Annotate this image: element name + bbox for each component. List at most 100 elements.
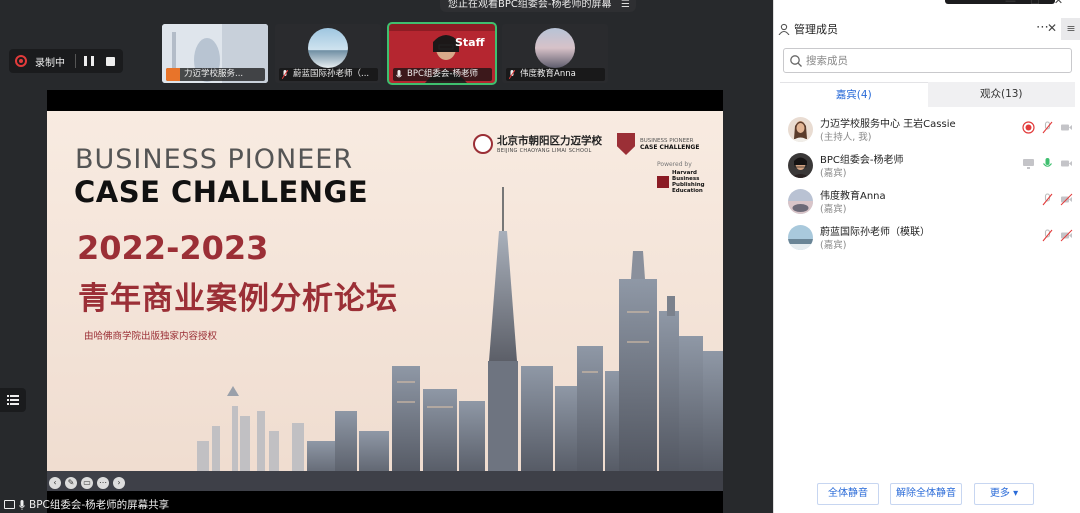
window-close-icon[interactable]: ✕ [1054, 0, 1063, 7]
member-row[interactable]: BPC组委会-杨老师 (嘉宾) [774, 148, 1080, 184]
close-icon[interactable]: ✕ [1047, 21, 1057, 35]
staff-overlay-text: Staff [455, 36, 485, 49]
avatar [308, 28, 348, 68]
school-name: 北京市朝阳区力迈学校 [497, 135, 602, 147]
hbp-text: Harvard Business Publishing Education [672, 170, 705, 194]
participant-name: 伟度教育Anna [520, 69, 576, 79]
divider [75, 54, 76, 68]
more-button[interactable]: 更多 ▾ [974, 483, 1034, 505]
viewing-banner-text: 您正在观看BPC组委会-杨老师的屏幕 [448, 0, 612, 10]
participant-name: 蔚蓝国际孙老师（... [293, 69, 370, 79]
mic-off-icon[interactable] [1041, 229, 1054, 242]
host-user-icon [166, 68, 180, 81]
viewing-banner: 您正在观看BPC组委会-杨老师的屏幕 ☰ [440, 0, 636, 12]
hbp-logo: Powered by Harvard Business Publishing E… [657, 161, 710, 194]
member-row[interactable]: 蔚蓝国际孙老师（模联） (嘉宾) [774, 220, 1080, 256]
powered-by-text: Powered by [657, 161, 692, 168]
panel-title: 管理成员 [794, 23, 838, 36]
tab-guests[interactable]: 嘉宾(4) [780, 82, 928, 107]
member-role: (嘉宾) [820, 204, 847, 215]
menu-icon[interactable]: ≡ [1061, 18, 1080, 40]
slide-subtitle: 由哈佛商学院出版独家内容授权 [84, 331, 218, 342]
hbp-shield-icon [657, 176, 669, 188]
shared-screen-slide[interactable]: BUSINESS PIONEER CASE CHALLENGE 2022-202… [47, 111, 723, 492]
camera-off-icon[interactable] [1060, 193, 1073, 206]
mic-off-icon [282, 70, 288, 79]
stop-recording-icon[interactable] [106, 56, 115, 66]
slide-letterbox-top [47, 90, 723, 111]
member-role: (嘉宾) [820, 168, 847, 179]
participant-tile[interactable]: 蔚蓝国际孙老师（... [275, 24, 381, 83]
avatar [788, 153, 813, 178]
slide-annotation-toolbar: ‹ ✎ ▭ ⋯ › [49, 477, 125, 489]
more-icon[interactable]: ⋯ [97, 477, 109, 489]
bpcc-logo-line2: CASE CHALLENGE [640, 143, 700, 151]
mic-off-icon [509, 70, 515, 79]
unmute-all-button[interactable]: 解除全体静音 [890, 483, 962, 505]
member-row[interactable]: 伟度教育Anna (嘉宾) [774, 184, 1080, 220]
prev-slide-icon[interactable]: ‹ [49, 477, 61, 489]
panel-actions: 全体静音 解除全体静音 更多 ▾ [774, 483, 1080, 505]
recording-indicator-icon [1022, 121, 1035, 134]
member-role: (主持人, 我) [820, 132, 872, 143]
participant-name: 力迈学校服务... [184, 69, 244, 79]
mic-icon [19, 499, 25, 510]
member-name: BPC组委会-杨老师 [820, 155, 904, 166]
record-icon [15, 55, 27, 67]
camera-off-icon[interactable] [1060, 229, 1073, 242]
school-name-en: BEIJING CHAOYANG LIMAI SCHOOL [497, 148, 592, 154]
participant-tile-speaking[interactable]: Staff BPC组委会-杨老师 [387, 22, 497, 85]
mic-on-icon[interactable] [1041, 157, 1054, 170]
captions-icon[interactable]: ▭ [81, 477, 93, 489]
search-input[interactable] [806, 54, 1056, 67]
bpcc-shield-icon [617, 133, 635, 155]
screen-share-icon [4, 500, 15, 509]
member-search[interactable] [783, 48, 1072, 73]
maximize-icon[interactable]: ☐ [1030, 0, 1040, 7]
next-slide-icon[interactable]: › [113, 477, 125, 489]
mic-off-icon[interactable] [1041, 121, 1054, 134]
slide-year: 2022-2023 [77, 229, 269, 267]
pen-icon[interactable]: ✎ [65, 477, 77, 489]
avatar [535, 28, 575, 68]
slide-title-en-1: BUSINESS PIONEER [75, 144, 354, 175]
member-row[interactable]: 力迈学校服务中心 王岩Cassie (主持人, 我) [774, 112, 1080, 148]
school-emblem-icon [473, 133, 493, 154]
bpcc-logo: BUSINESS PIONEER CASE CHALLENGE [617, 133, 699, 155]
member-name: 蔚蓝国际孙老师（模联） [820, 227, 930, 238]
tab-audience[interactable]: 观众(13) [927, 82, 1075, 107]
camera-off-icon[interactable] [1060, 157, 1073, 170]
members-icon [778, 23, 790, 35]
participant-tile[interactable]: 伟度教育Anna [502, 24, 608, 83]
member-role: (嘉宾) [820, 240, 847, 251]
screen-share-icon [1023, 159, 1034, 169]
member-tabs: 嘉宾(4) 观众(13) [780, 82, 1075, 107]
banner-menu-icon[interactable]: ☰ [621, 0, 630, 16]
panel-header: 管理成员 ⋯ ✕ ≡ [774, 18, 1080, 40]
meeting-area: 您正在观看BPC组委会-杨老师的屏幕 ☰ 录制中 力迈学校服务... 蔚蓝国际孙… [0, 0, 773, 513]
avatar [788, 117, 813, 142]
pause-recording-icon[interactable] [84, 56, 94, 66]
members-panel: 管理成员 ⋯ ✕ ≡ 嘉宾(4) 观众(13) 力迈学校服务中心 王岩Cassi… [773, 0, 1080, 513]
search-icon [790, 54, 802, 67]
camera-off-icon[interactable] [1060, 121, 1073, 134]
mute-all-button[interactable]: 全体静音 [817, 483, 879, 505]
avatar [788, 189, 813, 214]
bpcc-logo-line1: BUSINESS PIONEER [640, 137, 694, 144]
mic-off-icon[interactable] [1041, 193, 1054, 206]
list-toggle-button[interactable] [0, 388, 26, 412]
member-name: 伟度教育Anna [820, 191, 886, 202]
minimize-icon[interactable]: — [1005, 0, 1016, 7]
participant-tile-label: 力迈学校服务... [166, 68, 265, 81]
avatar [788, 225, 813, 250]
participant-tile-label: 伟度教育Anna [506, 68, 605, 81]
member-name: 力迈学校服务中心 王岩Cassie [820, 119, 956, 130]
recording-label: 录制中 [35, 57, 65, 69]
school-logo: 北京市朝阳区力迈学校 BEIJING CHAOYANG LIMAI SCHOOL [473, 133, 602, 154]
participant-tile[interactable]: 力迈学校服务... [162, 24, 268, 83]
recording-controls: 录制中 [9, 49, 123, 73]
participant-tile-label: BPC组委会-杨老师 [393, 68, 492, 81]
list-icon [7, 395, 19, 405]
window-controls: — ☐ ✕ [1005, 0, 1063, 7]
participant-name: BPC组委会-杨老师 [407, 69, 478, 79]
